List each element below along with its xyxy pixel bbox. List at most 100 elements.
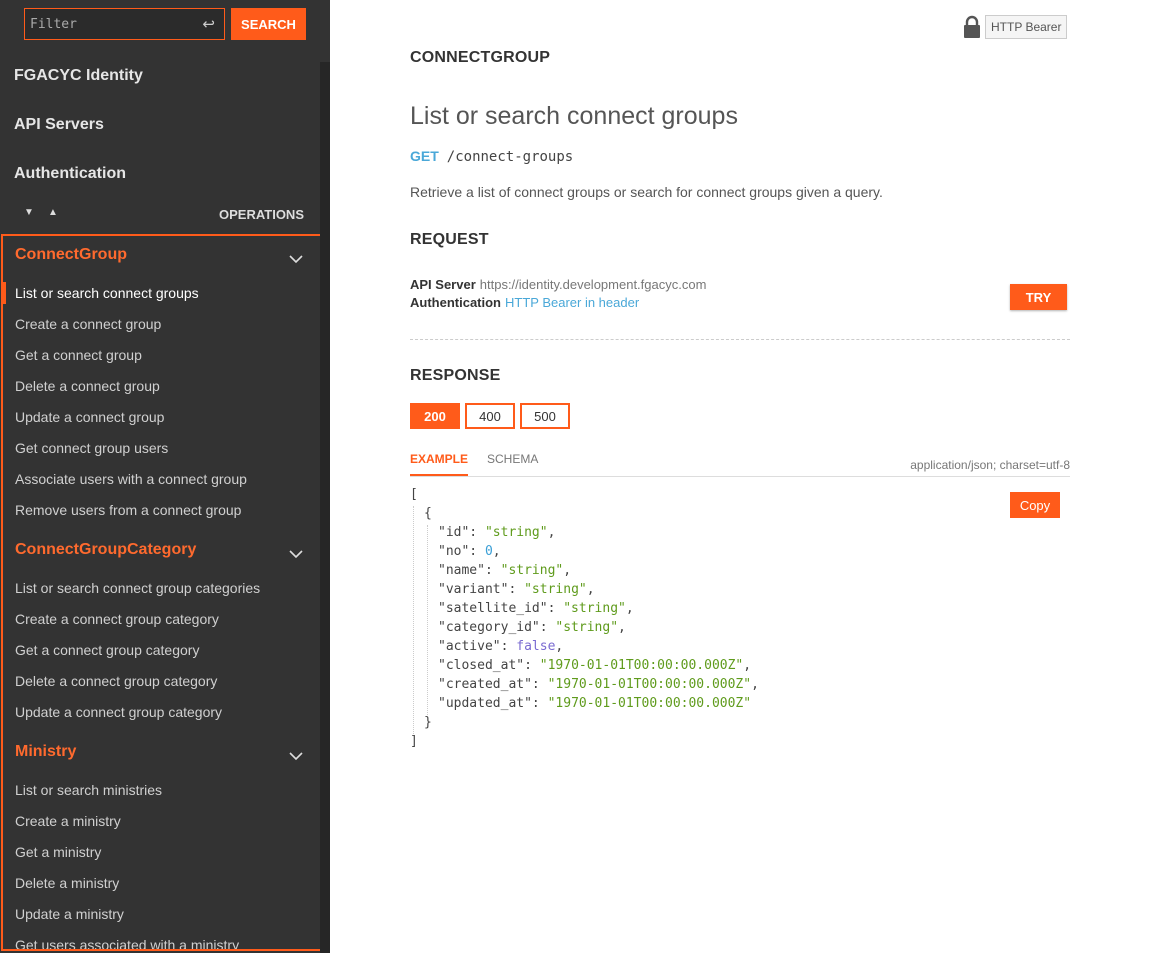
op-get-ministry[interactable]: Get a ministry [3, 838, 323, 866]
nav-link-authentication[interactable]: Authentication [14, 165, 126, 183]
api-server-key: API Server [410, 277, 476, 292]
sidebar-scrollbar[interactable] [320, 62, 330, 953]
api-server-value: https://identity.development.fgacyc.com [479, 277, 707, 292]
code-line: "id": "string", [438, 525, 556, 540]
authentication-link[interactable]: HTTP Bearer in header [505, 295, 639, 310]
copy-button[interactable]: Copy [1010, 492, 1060, 518]
group-connectgroupcategory[interactable]: ConnectGroupCategory [15, 541, 196, 559]
op-update-ministry[interactable]: Update a ministry [3, 900, 323, 928]
response-tabs: EXAMPLE SCHEMA application/json; charset… [410, 452, 1070, 477]
code-line: "updated_at": "1970-01-01T00:00:00.000Z" [438, 696, 752, 711]
enter-icon: ↩ [202, 15, 215, 33]
op-create-category[interactable]: Create a connect group category [3, 605, 323, 633]
code-line: "variant": "string", [438, 582, 595, 597]
json-key: closed_at [445, 658, 517, 673]
op-delete-ministry[interactable]: Delete a ministry [3, 869, 323, 897]
operation-title: List or search connect groups [410, 102, 738, 130]
collapse-all-icon[interactable]: ▲ [48, 207, 58, 218]
filter-box: ↩ [24, 8, 225, 40]
nav-link-intro[interactable]: FGACYC Identity [14, 67, 143, 85]
chevron-down-icon[interactable] [289, 252, 303, 266]
main-content: HTTP Bearer CONNECTGROUP List or search … [330, 0, 1150, 953]
op-label: Delete a connect group [15, 378, 160, 394]
op-list-categories[interactable]: List or search connect group categories [3, 574, 323, 602]
code-line: "closed_at": "1970-01-01T00:00:00.000Z", [438, 658, 752, 673]
code-line: "created_at": "1970-01-01T00:00:00.000Z"… [438, 677, 759, 692]
api-server-line: API Server https://identity.development.f… [410, 277, 706, 292]
op-remove-users[interactable]: Remove users from a connect group [3, 496, 323, 524]
status-tab-500[interactable]: 500 [520, 403, 570, 429]
code-fields: "id": "string", "no": 0, "name": "string",… [427, 525, 759, 715]
expand-all-icon[interactable]: ▼ [24, 207, 34, 218]
json-key: satellite_id [445, 601, 540, 616]
json-value: "string" [524, 582, 587, 597]
chevron-down-icon[interactable] [289, 547, 303, 561]
code-line: "name": "string", [438, 563, 572, 578]
json-value: false [516, 639, 556, 654]
op-label: Update a connect group [15, 409, 165, 425]
op-create-ministry[interactable]: Create a ministry [3, 807, 323, 835]
code-block: { "id": "string", "no": 0, "name": "string… [413, 506, 759, 734]
op-get-connect-group-users[interactable]: Get connect group users [3, 434, 323, 462]
op-delete-connect-group[interactable]: Delete a connect group [3, 372, 323, 400]
op-label: Update a ministry [15, 906, 124, 922]
op-label: List or search connect group categories [15, 580, 261, 596]
filter-input[interactable] [25, 9, 224, 39]
request-title: REQUEST [410, 231, 489, 248]
section-title: CONNECTGROUP [410, 49, 551, 66]
lock-icon [964, 15, 980, 38]
op-label: List or search connect groups [15, 285, 199, 301]
operation-description: Retrieve a list of connect groups or sea… [410, 184, 883, 200]
search-row: ↩ SEARCH [24, 8, 306, 40]
op-label: Get connect group users [15, 440, 169, 456]
json-key: name [445, 563, 478, 578]
json-value: "1970-01-01T00:00:00.000Z" [547, 677, 752, 692]
json-key: category_id [445, 620, 532, 635]
status-tab-200[interactable]: 200 [410, 403, 460, 429]
authentication-key: Authentication [410, 295, 501, 310]
json-value: "string" [484, 525, 548, 540]
code-line: } [424, 715, 432, 730]
json-key: no [445, 544, 462, 559]
op-label: Get users associated with a ministry [15, 937, 240, 951]
search-button[interactable]: SEARCH [231, 8, 306, 40]
chevron-down-icon[interactable] [289, 749, 303, 763]
op-list-connect-groups[interactable]: List or search connect groups [3, 279, 323, 307]
op-associate-users[interactable]: Associate users with a connect group [3, 465, 323, 493]
op-label: Create a connect group [15, 316, 162, 332]
op-create-connect-group[interactable]: Create a connect group [3, 310, 323, 338]
http-method: GET [410, 148, 439, 164]
status-tab-400[interactable]: 400 [465, 403, 515, 429]
op-get-ministry-users[interactable]: Get users associated with a ministry [3, 931, 323, 951]
tab-schema[interactable]: SCHEMA [487, 452, 538, 476]
status-code-tabs: 200 400 500 [410, 403, 575, 429]
authentication-line: Authentication HTTP Bearer in header [410, 295, 639, 310]
auth-type-tag: HTTP Bearer [985, 15, 1068, 39]
group-connectgroup[interactable]: ConnectGroup [15, 246, 127, 264]
json-key: variant [445, 582, 501, 597]
op-get-category[interactable]: Get a connect group category [3, 636, 323, 664]
code-line: "category_id": "string", [438, 620, 626, 635]
op-label: Get a connect group [15, 347, 142, 363]
op-update-category[interactable]: Update a connect group category [3, 698, 323, 726]
operations-list: ConnectGroup List or search connect grou… [1, 234, 325, 951]
op-delete-category[interactable]: Delete a connect group category [3, 667, 323, 695]
nav-link-api-servers[interactable]: API Servers [14, 116, 104, 134]
content-type: application/json; charset=utf-8 [910, 458, 1070, 472]
op-update-connect-group[interactable]: Update a connect group [3, 403, 323, 431]
tab-example[interactable]: EXAMPLE [410, 452, 469, 476]
op-get-connect-group[interactable]: Get a connect group [3, 341, 323, 369]
auth-badge: HTTP Bearer [963, 15, 1068, 39]
op-label: Create a ministry [15, 813, 121, 829]
try-button[interactable]: TRY [1010, 284, 1067, 310]
op-list-ministries[interactable]: List or search ministries [3, 776, 323, 804]
op-label: Update a connect group category [15, 704, 223, 720]
json-value: "string" [555, 620, 619, 635]
code-line: { [424, 506, 432, 521]
json-key: id [445, 525, 462, 540]
op-label: Delete a connect group category [15, 673, 218, 689]
divider [410, 339, 1070, 340]
sidebar: ↩ SEARCH FGACYC Identity API Servers Aut… [0, 0, 330, 953]
op-label: Get a connect group category [15, 642, 200, 658]
group-ministry[interactable]: Ministry [15, 743, 76, 761]
